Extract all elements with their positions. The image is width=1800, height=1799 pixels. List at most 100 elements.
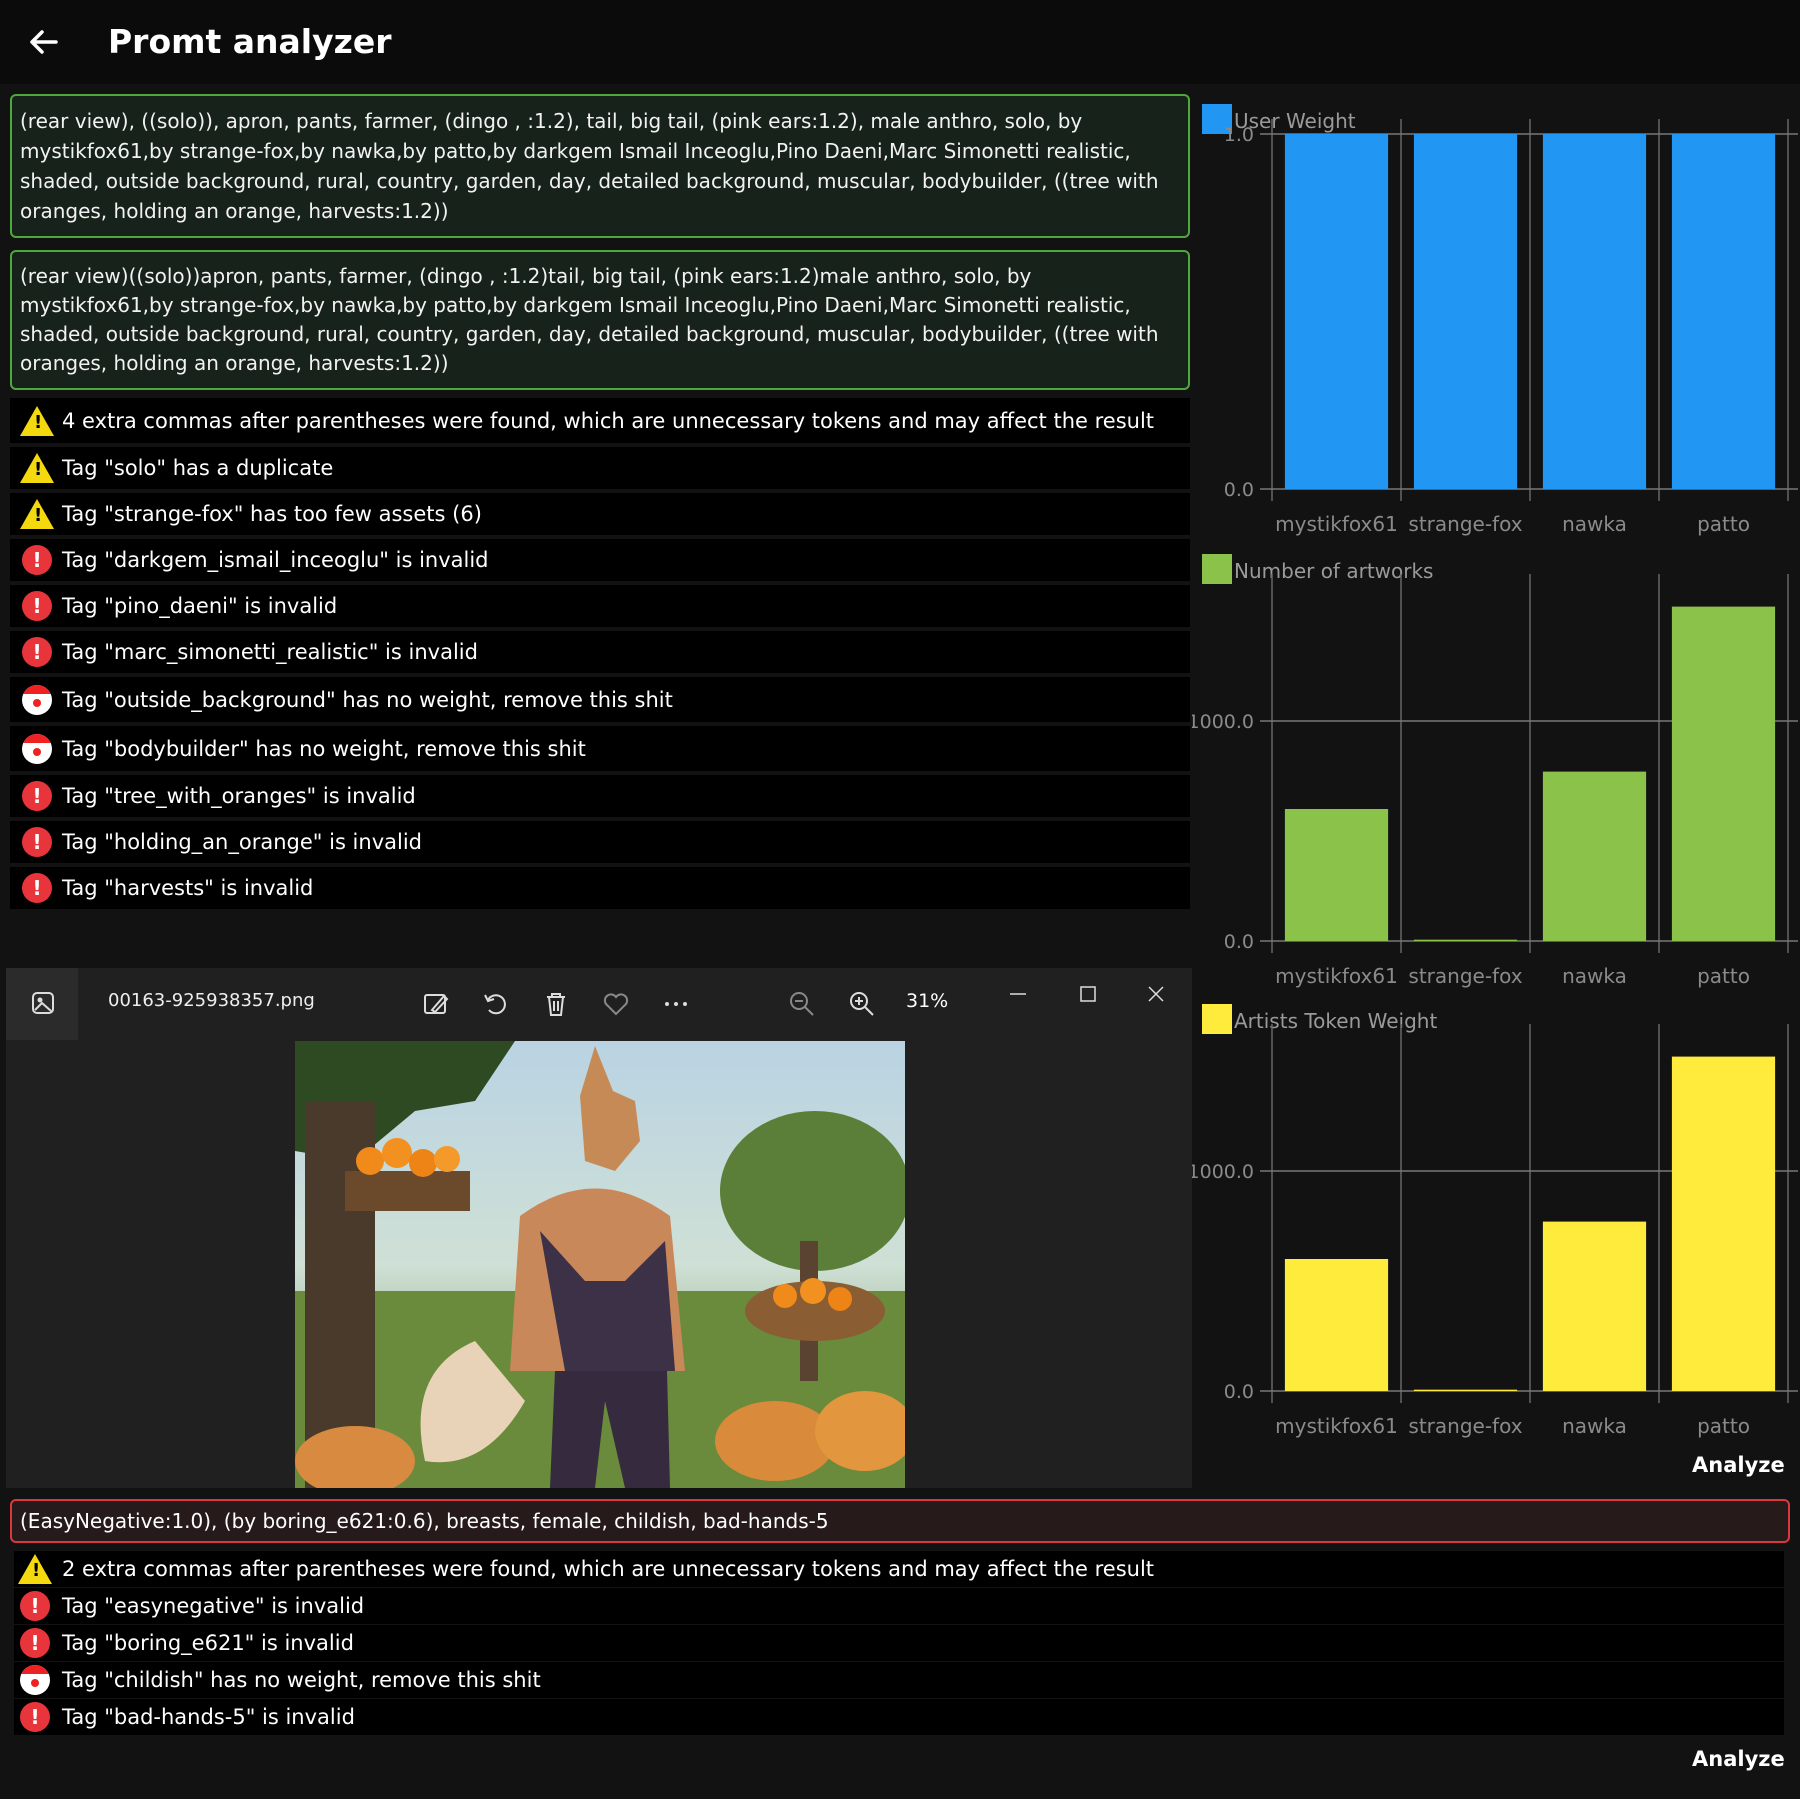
- error-icon-glyph: !: [22, 827, 52, 857]
- warning-icon-glyph: [20, 405, 54, 436]
- y-tick-label: 1000.0: [1192, 711, 1254, 733]
- viewer-toolbar: 00163-925938357.png 31%: [6, 968, 1192, 1040]
- file-name: 00163-925938357.png: [108, 990, 315, 1011]
- more-icon[interactable]: [660, 988, 692, 1020]
- x-tick-label: mystikfox61: [1275, 1414, 1398, 1438]
- bar: [1542, 134, 1647, 489]
- maximize-icon[interactable]: [1072, 978, 1104, 1010]
- x-tick-label: mystikfox61: [1275, 512, 1398, 536]
- app-bar: Promt analyzer: [0, 0, 1800, 84]
- bar: [1413, 134, 1518, 489]
- message-text: Tag "solo" has a duplicate: [62, 456, 334, 480]
- message-text: 4 extra commas after parentheses were fo…: [62, 408, 1155, 433]
- warning-icon: [20, 497, 54, 531]
- message-text: Tag "marc_simonetti_realistic" is invali…: [62, 640, 478, 664]
- charts-panel: User Weight 0.0 1.0 mystikfox61 strange-fox n…: [1188, 84, 1800, 1504]
- image-edit-icon[interactable]: [420, 988, 452, 1020]
- error-icon: !: [20, 825, 54, 859]
- message-text: Tag "boring_e621" is invalid: [62, 1631, 354, 1655]
- error-icon-glyph: !: [20, 1591, 50, 1621]
- message-text: Tag "outside_background" has no weight, …: [62, 687, 673, 712]
- warning-icon: [20, 404, 54, 438]
- x-tick-label: strange-fox: [1408, 1414, 1522, 1438]
- x-tick-label: strange-fox: [1408, 512, 1522, 536]
- viewer-app-tab[interactable]: [6, 968, 78, 1040]
- y-tick-label: 0.0: [1224, 1381, 1254, 1403]
- page-title: Promt analyzer: [108, 22, 392, 61]
- warning-icon: [18, 1552, 52, 1586]
- x-tick-label: patto: [1697, 964, 1750, 988]
- clown-icon: [18, 1663, 52, 1697]
- bar: [1542, 1221, 1647, 1391]
- negative-prompt-input[interactable]: (EasyNegative:1.0), (by boring_e621:0.6)…: [10, 1499, 1790, 1543]
- bar: [1284, 809, 1389, 941]
- zoom-in-icon[interactable]: [846, 988, 878, 1020]
- message-text: 2 extra commas after parentheses were fo…: [62, 1557, 1155, 1581]
- clown-icon-glyph: [22, 733, 52, 764]
- error-icon-glyph: !: [20, 1702, 50, 1732]
- x-tick-label: nawka: [1562, 964, 1627, 988]
- prompt-input[interactable]: (rear view), ((solo)), apron, pants, far…: [10, 94, 1190, 238]
- error-icon-glyph: !: [22, 591, 52, 621]
- analyze-button-positive[interactable]: Analyze: [1692, 1453, 1785, 1477]
- message-row: Tag "solo" has a duplicate: [10, 447, 1190, 489]
- message-row: Tag "strange-fox" has too few assets (6): [10, 493, 1190, 535]
- clown-icon: [20, 732, 54, 766]
- y-tick-label: 1.0: [1224, 124, 1254, 146]
- x-tick-label: nawka: [1562, 1414, 1627, 1438]
- message-row: 4 extra commas after parentheses were fo…: [10, 398, 1190, 443]
- delete-icon[interactable]: [540, 988, 572, 1020]
- analyze-button-negative[interactable]: Analyze: [1692, 1747, 1785, 1771]
- message-row: ! Tag "boring_e621" is invalid: [14, 1625, 1784, 1661]
- legend-swatch: [1202, 1004, 1232, 1034]
- warning-icon-glyph: [18, 1554, 52, 1584]
- message-row: Tag "outside_background" has no weight, …: [10, 677, 1190, 722]
- positive-prompt-panel: (rear view), ((solo)), apron, pants, far…: [10, 94, 1190, 909]
- y-tick-label: 0.0: [1224, 479, 1254, 501]
- cleaned-prompt-output[interactable]: (rear view)((solo))apron, pants, farmer,…: [10, 250, 1190, 390]
- zoom-level: 31%: [906, 990, 949, 1012]
- error-icon: !: [20, 635, 54, 669]
- artwork-image: [295, 1041, 905, 1488]
- error-icon: !: [20, 543, 54, 577]
- message-text: Tag "darkgem_ismail_inceoglu" is invalid: [62, 548, 489, 572]
- clown-icon-glyph: [22, 684, 52, 715]
- bar: [1413, 1389, 1518, 1391]
- warning-icon: [20, 451, 54, 485]
- clown-icon-glyph: [20, 1665, 50, 1695]
- message-row: ! Tag "holding_an_orange" is invalid: [10, 821, 1190, 863]
- back-arrow-icon[interactable]: [22, 20, 66, 64]
- image-viewer-window: 00163-925938357.png 31%: [6, 968, 1192, 1488]
- error-icon: !: [20, 589, 54, 623]
- rotate-icon[interactable]: [480, 988, 512, 1020]
- artist-charts: User Weight0.01.0mystikfox61 strange-fox n…: [1188, 104, 1798, 1438]
- message-row: ! Tag "marc_simonetti_realistic" is inval…: [10, 631, 1190, 673]
- bar: [1284, 1259, 1389, 1391]
- message-text: Tag "childish" has no weight, remove thi…: [62, 1668, 541, 1692]
- error-icon: !: [18, 1700, 52, 1734]
- warning-icon-glyph: [20, 453, 54, 483]
- warning-icon-glyph: [20, 499, 54, 529]
- minimize-icon[interactable]: [1002, 978, 1034, 1010]
- bar: [1671, 1056, 1776, 1391]
- message-row: ! Tag "easynegative" is invalid: [14, 1588, 1784, 1624]
- message-text: Tag "tree_with_oranges" is invalid: [62, 784, 416, 808]
- message-row: 2 extra commas after parentheses were fo…: [14, 1551, 1784, 1587]
- favorite-icon[interactable]: [600, 988, 632, 1020]
- message-row: ! Tag "harvests" is invalid: [10, 867, 1190, 909]
- message-text: Tag "pino_daeni" is invalid: [62, 594, 338, 618]
- legend-swatch: [1202, 554, 1232, 584]
- message-text: Tag "easynegative" is invalid: [62, 1594, 365, 1618]
- zoom-out-icon[interactable]: [786, 988, 818, 1020]
- bar: [1542, 771, 1647, 941]
- message-text: Tag "strange-fox" has too few assets (6): [62, 502, 482, 526]
- x-tick-label: mystikfox61: [1275, 964, 1398, 988]
- message-text: Tag "harvests" is invalid: [62, 876, 314, 900]
- message-text: Tag "bodybuilder" has no weight, remove …: [62, 736, 586, 761]
- y-tick-label: 0.0: [1224, 931, 1254, 953]
- x-tick-label: nawka: [1562, 512, 1627, 536]
- legend-label: Number of artworks: [1234, 559, 1433, 583]
- close-icon[interactable]: [1140, 978, 1172, 1010]
- error-icon: !: [20, 871, 54, 905]
- x-tick-label: patto: [1697, 1414, 1750, 1438]
